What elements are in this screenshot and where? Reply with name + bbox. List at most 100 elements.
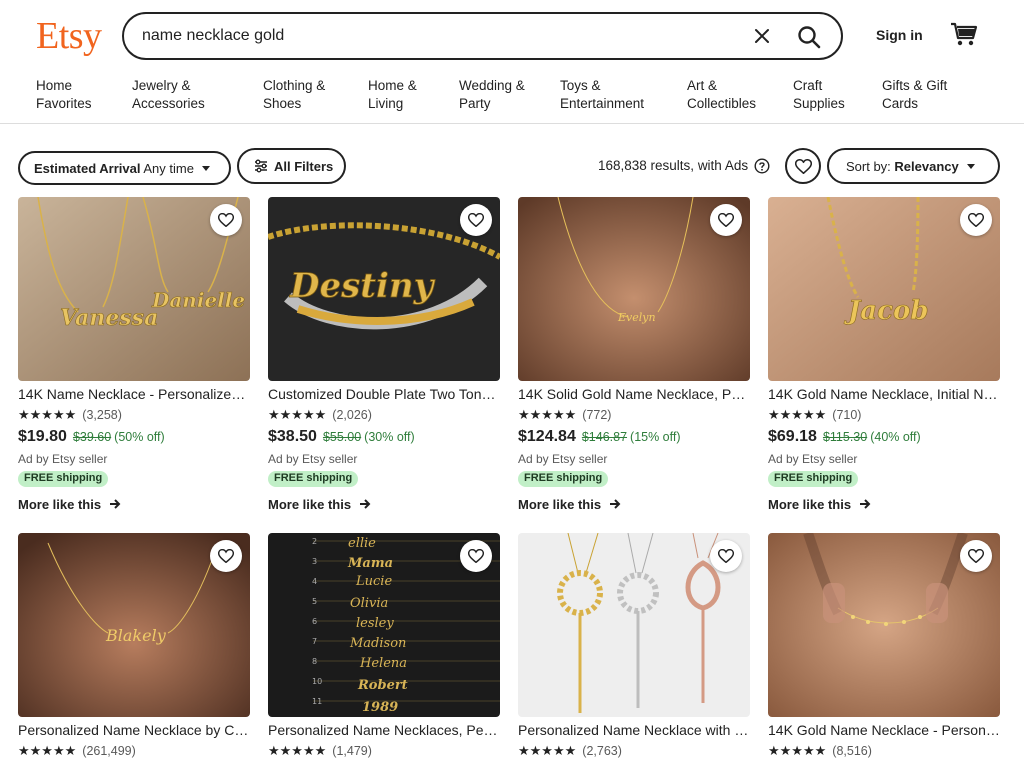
heart-icon bbox=[795, 159, 812, 174]
nav-wedding-party[interactable]: Wedding & Party bbox=[459, 77, 525, 113]
estimated-arrival-dropdown[interactable]: Estimated Arrival Any time bbox=[18, 151, 231, 185]
more-like-this-link[interactable]: More like this bbox=[18, 497, 121, 512]
product-title[interactable]: Personalized Name Necklace by CaitlynMin… bbox=[18, 722, 250, 738]
nav-jewelry-accessories[interactable]: Jewelry & Accessories bbox=[132, 77, 205, 113]
all-filters-button[interactable]: All Filters bbox=[237, 148, 346, 184]
more-like-this-link[interactable]: More like this bbox=[268, 497, 371, 512]
product-title[interactable]: Personalized Name Necklace with Birth Fl… bbox=[518, 722, 750, 738]
nav-clothing-shoes[interactable]: Clothing & Shoes bbox=[263, 77, 325, 113]
price-row: $124.84 $146.87 (15% off) bbox=[518, 428, 681, 445]
close-icon[interactable] bbox=[750, 24, 774, 48]
product-title[interactable]: 14K Solid Gold Name Necklace, Personaliz… bbox=[518, 386, 750, 402]
help-icon[interactable] bbox=[754, 158, 770, 174]
nav-toys-entertainment[interactable]: Toys & Entertainment bbox=[560, 77, 644, 113]
product-rating: ★★★★★ (3,258) bbox=[18, 407, 122, 422]
favorite-button[interactable] bbox=[210, 204, 242, 236]
more-like-this-link[interactable]: More like this bbox=[518, 497, 621, 512]
favorite-button[interactable] bbox=[960, 204, 992, 236]
star-rating-icon: ★★★★★ bbox=[768, 743, 827, 758]
svg-text:Madison: Madison bbox=[349, 636, 406, 651]
svg-text:lesley: lesley bbox=[356, 616, 394, 631]
favorite-button[interactable] bbox=[210, 540, 242, 572]
svg-text:1989: 1989 bbox=[362, 700, 398, 715]
favorite-button[interactable] bbox=[460, 540, 492, 572]
free-shipping-badge: FREE shipping bbox=[768, 471, 859, 487]
svg-text:Vanessa: Vanessa bbox=[60, 305, 158, 331]
favorite-button[interactable] bbox=[460, 204, 492, 236]
heart-icon bbox=[968, 213, 984, 227]
svg-text:Mama: Mama bbox=[347, 556, 393, 571]
svg-text:Blakely: Blakely bbox=[105, 626, 167, 645]
price-row: $19.80 $39.60 (50% off) bbox=[18, 428, 165, 445]
svg-text:7: 7 bbox=[312, 637, 317, 646]
cart-icon[interactable] bbox=[950, 21, 978, 47]
chevron-down-icon bbox=[966, 164, 975, 169]
favorite-button[interactable] bbox=[710, 204, 742, 236]
heart-icon bbox=[468, 213, 484, 227]
svg-text:10: 10 bbox=[312, 677, 322, 686]
favorite-button[interactable] bbox=[960, 540, 992, 572]
price-row: $69.18 $115.30 (40% off) bbox=[768, 428, 921, 445]
results-count: 168,838 results, with Ads bbox=[598, 158, 749, 173]
ad-label: Ad by Etsy seller bbox=[518, 452, 608, 466]
svg-text:2: 2 bbox=[312, 537, 317, 546]
svg-text:Olivia: Olivia bbox=[350, 596, 388, 611]
star-rating-icon: ★★★★★ bbox=[768, 407, 827, 422]
nav-gifts-gift-cards[interactable]: Gifts & Gift Cards bbox=[882, 77, 947, 113]
star-rating-icon: ★★★★★ bbox=[268, 743, 327, 758]
free-shipping-badge: FREE shipping bbox=[268, 471, 359, 487]
sort-dropdown[interactable]: Sort by: Relevancy bbox=[827, 148, 1000, 184]
nav-home-living[interactable]: Home & Living bbox=[368, 77, 417, 113]
product-rating: ★★★★★ (1,479) bbox=[268, 743, 372, 758]
heart-icon bbox=[718, 549, 734, 563]
ad-label: Ad by Etsy seller bbox=[768, 452, 858, 466]
svg-text:8: 8 bbox=[312, 657, 317, 666]
etsy-logo[interactable]: Etsy bbox=[36, 14, 102, 58]
product-rating: ★★★★★ (2,763) bbox=[518, 743, 622, 758]
nav-craft-supplies[interactable]: Craft Supplies bbox=[793, 77, 845, 113]
svg-text:5: 5 bbox=[312, 597, 317, 606]
nav-home-favorites[interactable]: Home Favorites bbox=[36, 77, 92, 113]
chevron-down-icon bbox=[201, 166, 210, 171]
site-header: Etsy name necklace gold Sign in Home Favo… bbox=[0, 0, 1024, 124]
arrow-right-icon bbox=[610, 499, 621, 509]
favorite-search-button[interactable] bbox=[785, 148, 821, 184]
svg-text:Danielle: Danielle bbox=[151, 288, 245, 312]
star-rating-icon: ★★★★★ bbox=[18, 407, 77, 422]
favorite-button[interactable] bbox=[710, 540, 742, 572]
nav-art-collectibles[interactable]: Art & Collectibles bbox=[687, 77, 756, 113]
product-title[interactable]: 14K Gold Name Necklace - Personalized Gi… bbox=[768, 722, 1000, 738]
product-rating: ★★★★★ (2,026) bbox=[268, 407, 372, 422]
star-rating-icon: ★★★★★ bbox=[268, 407, 327, 422]
product-title[interactable]: 14K Name Necklace - Personalized Gold Na… bbox=[18, 386, 250, 402]
heart-icon bbox=[468, 549, 484, 563]
filter-sliders-icon bbox=[255, 159, 267, 173]
svg-text:Robert: Robert bbox=[357, 678, 408, 693]
sign-in-link[interactable]: Sign in bbox=[876, 27, 923, 43]
product-title[interactable]: Customized Double Plate Two Tone Name Ne… bbox=[268, 386, 500, 402]
svg-text:Jacob: Jacob bbox=[843, 296, 929, 326]
product-title[interactable]: 14K Gold Name Necklace, Initial Necklace bbox=[768, 386, 1000, 402]
product-rating: ★★★★★ (772) bbox=[518, 407, 612, 422]
more-like-this-link[interactable]: More like this bbox=[768, 497, 871, 512]
arrow-right-icon bbox=[860, 499, 871, 509]
svg-text:4: 4 bbox=[312, 577, 317, 586]
search-icon[interactable] bbox=[796, 24, 822, 50]
star-rating-icon: ★★★★★ bbox=[18, 743, 77, 758]
heart-icon bbox=[968, 549, 984, 563]
star-rating-icon: ★★★★★ bbox=[518, 407, 577, 422]
product-rating: ★★★★★ (261,499) bbox=[18, 743, 136, 758]
free-shipping-badge: FREE shipping bbox=[18, 471, 109, 487]
svg-text:Helena: Helena bbox=[359, 656, 407, 671]
star-rating-icon: ★★★★★ bbox=[518, 743, 577, 758]
heart-icon bbox=[218, 213, 234, 227]
product-title[interactable]: Personalized Name Necklaces, Perfect Gif… bbox=[268, 722, 500, 738]
svg-text:Destiny: Destiny bbox=[289, 266, 436, 306]
ad-label: Ad by Etsy seller bbox=[18, 452, 108, 466]
search-bar[interactable]: name necklace gold bbox=[122, 12, 843, 60]
ad-label: Ad by Etsy seller bbox=[268, 452, 358, 466]
svg-text:Evelyn: Evelyn bbox=[617, 311, 656, 324]
svg-text:11: 11 bbox=[312, 697, 322, 706]
search-input[interactable]: name necklace gold bbox=[142, 27, 284, 45]
heart-icon bbox=[718, 213, 734, 227]
